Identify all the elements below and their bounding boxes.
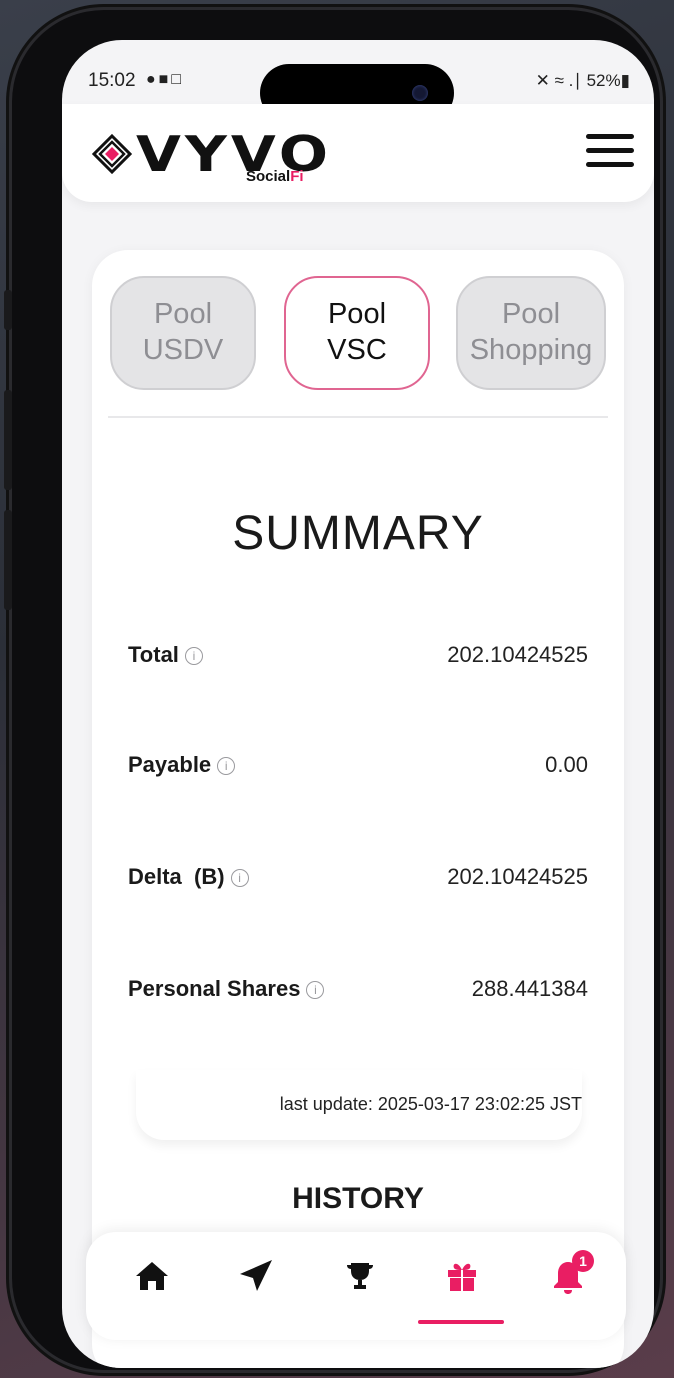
tab-pool-usdv[interactable]: Pool USDV <box>110 276 256 390</box>
divider <box>108 416 608 418</box>
summary-row-payable: Payable i 0.00 <box>128 752 588 792</box>
info-icon[interactable]: i <box>306 981 325 1000</box>
logo-mark-icon <box>92 134 132 174</box>
summary-value: 288.441384 <box>471 976 588 1001</box>
summary-value: 0.00 <box>545 752 588 777</box>
info-icon[interactable]: i <box>217 757 236 776</box>
info-icon[interactable]: i <box>184 647 203 666</box>
side-button <box>4 390 12 490</box>
pool-card: Pool USDV Pool VSC Pool Shopping SUMMARY To… <box>92 250 624 1368</box>
logo-subtitle: SocialFi <box>246 168 304 185</box>
bell-icon[interactable]: 1 <box>538 1250 598 1316</box>
summary-title: SUMMARY <box>232 507 484 560</box>
info-icon[interactable]: i <box>230 869 249 888</box>
hamburger-menu-icon[interactable] <box>586 134 634 168</box>
status-notification-icons: ●■□ <box>146 71 184 88</box>
camera-icon <box>412 85 428 101</box>
notification-badge: 1 <box>572 1250 594 1272</box>
status-bar: 15:02 ●■□ ✕ ≈ .∣ 52%▮ <box>62 40 654 122</box>
summary-row-personal-shares: Personal Shares i 288.441384 <box>128 976 588 1016</box>
summary-label: Payable i <box>128 752 236 778</box>
screen: 15:02 ●■□ ✕ ≈ .∣ 52%▮ VYVO SocialFi Pool… <box>62 40 654 1368</box>
bottom-nav: 1 <box>86 1232 626 1340</box>
summary-label: Total i <box>128 642 203 668</box>
send-icon[interactable] <box>226 1256 286 1316</box>
status-battery: ✕ ≈ .∣ 52%▮ <box>535 71 630 90</box>
summary-value: 202.10424525 <box>447 642 588 667</box>
trophy-icon[interactable] <box>330 1256 390 1316</box>
summary-value: 202.10424525 <box>447 864 588 889</box>
history-title: HISTORY <box>292 1182 424 1215</box>
summary-label: Personal Shares i <box>128 976 325 1002</box>
app-header: VYVO SocialFi <box>62 104 654 202</box>
pool-tabs: Pool USDV Pool VSC Pool Shopping <box>110 276 606 396</box>
gift-icon[interactable] <box>432 1256 492 1316</box>
tab-pool-shopping[interactable]: Pool Shopping <box>456 276 606 390</box>
vyvo-logo[interactable]: VYVO SocialFi <box>92 122 332 192</box>
last-update-text: last update: 2025-03-17 23:02:25 JST <box>279 1094 582 1114</box>
summary-row-delta: Delta (B) i 202.10424525 <box>128 864 588 904</box>
tab-pool-vsc[interactable]: Pool VSC <box>284 276 430 390</box>
last-update-box: last update: 2025-03-17 23:02:25 JST <box>136 1070 582 1140</box>
home-icon[interactable] <box>122 1256 182 1316</box>
side-button <box>4 290 12 330</box>
status-time: 15:02 <box>88 70 136 91</box>
phone-frame: 15:02 ●■□ ✕ ≈ .∣ 52%▮ VYVO SocialFi Pool… <box>4 10 660 1370</box>
summary-label: Delta (B) i <box>128 864 249 890</box>
side-button <box>4 510 12 610</box>
summary-row-total: Total i 202.10424525 <box>128 642 588 682</box>
active-tab-indicator <box>418 1320 504 1324</box>
